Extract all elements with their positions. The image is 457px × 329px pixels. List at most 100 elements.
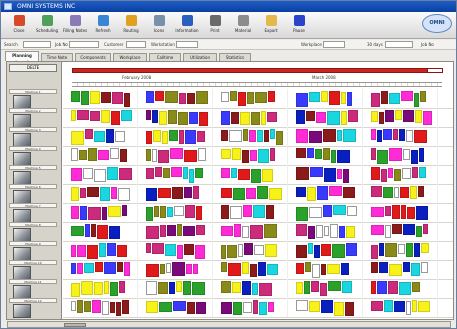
job-block[interactable] — [95, 262, 103, 272]
job-block[interactable] — [234, 224, 241, 237]
job-block[interactable] — [419, 148, 424, 162]
job-block[interactable] — [109, 226, 120, 239]
job-block[interactable] — [296, 207, 308, 221]
job-block[interactable] — [345, 302, 354, 316]
job-block[interactable] — [423, 111, 432, 125]
job-block[interactable] — [258, 149, 269, 163]
machine-row[interactable]: Machine 4 — [9, 146, 57, 166]
job-block[interactable] — [309, 92, 320, 102]
job-block[interactable] — [122, 205, 127, 216]
filling-notes-button[interactable]: Filling Notes — [61, 15, 89, 37]
job-block[interactable] — [296, 282, 303, 294]
job-block[interactable] — [199, 112, 208, 126]
job-block[interactable] — [193, 186, 199, 199]
job-block[interactable] — [296, 187, 306, 197]
job-block[interactable] — [412, 167, 418, 178]
job-block[interactable] — [327, 264, 340, 274]
job-block[interactable] — [243, 205, 252, 217]
job-block[interactable] — [242, 281, 251, 295]
job-block[interactable] — [243, 129, 248, 141]
job-block[interactable] — [112, 92, 123, 104]
job-block[interactable] — [392, 224, 402, 234]
job-block[interactable] — [377, 150, 388, 164]
job-block[interactable] — [159, 111, 167, 125]
job-block[interactable] — [257, 186, 268, 199]
machine-row[interactable]: Machine 5 — [9, 165, 57, 185]
job-block[interactable] — [328, 281, 341, 291]
job-block[interactable] — [343, 129, 356, 142]
job-block[interactable] — [406, 243, 413, 257]
job-block[interactable] — [97, 225, 108, 239]
job-block[interactable] — [196, 91, 208, 104]
job-block[interactable] — [238, 244, 243, 257]
job-block[interactable] — [183, 167, 188, 179]
job-block[interactable] — [71, 168, 82, 181]
days-select[interactable] — [385, 41, 413, 48]
job-block[interactable] — [320, 283, 327, 296]
job-block[interactable] — [189, 169, 194, 183]
job-block[interactable] — [398, 244, 405, 254]
job-block[interactable] — [323, 129, 336, 142]
close-button[interactable]: Close — [5, 15, 33, 37]
job-block[interactable] — [71, 131, 84, 145]
job-block[interactable] — [221, 245, 226, 259]
job-block[interactable] — [346, 226, 355, 238]
job-block[interactable] — [196, 206, 202, 220]
job-block[interactable] — [158, 150, 169, 163]
job-block[interactable] — [117, 262, 123, 272]
job-block[interactable] — [395, 110, 402, 120]
job-block[interactable] — [316, 112, 326, 123]
job-block[interactable] — [195, 168, 203, 178]
job-block[interactable] — [244, 243, 253, 255]
job-block[interactable] — [90, 111, 100, 121]
job-block[interactable] — [185, 205, 195, 218]
machine-row[interactable]: Machine 8 — [9, 222, 57, 242]
job-block[interactable] — [416, 226, 422, 237]
job-block[interactable] — [169, 130, 178, 141]
job-block[interactable] — [221, 130, 228, 141]
job-block[interactable] — [160, 206, 166, 218]
job-block[interactable] — [402, 168, 411, 179]
job-block[interactable] — [394, 169, 401, 181]
job-block[interactable] — [189, 112, 198, 124]
job-block[interactable] — [100, 187, 110, 201]
job-block[interactable] — [116, 302, 121, 316]
job-block[interactable] — [371, 207, 384, 217]
job-block[interactable] — [308, 243, 313, 254]
job-block[interactable] — [414, 243, 420, 257]
job-block[interactable] — [267, 264, 278, 275]
job-block[interactable] — [321, 244, 331, 256]
job-block[interactable] — [185, 130, 196, 144]
job-block[interactable] — [337, 130, 342, 141]
job-block[interactable] — [184, 244, 194, 255]
job-block[interactable] — [165, 244, 176, 256]
job-block[interactable] — [403, 110, 414, 122]
job-block[interactable] — [371, 148, 376, 160]
job-block[interactable] — [371, 262, 378, 273]
job-block[interactable] — [94, 131, 105, 142]
job-block[interactable] — [418, 186, 424, 197]
job-block[interactable] — [269, 188, 282, 200]
job-block[interactable] — [124, 262, 130, 276]
job-block[interactable] — [268, 302, 274, 312]
job-block[interactable] — [401, 91, 413, 101]
job-block[interactable] — [392, 205, 400, 219]
machine-row[interactable]: Machine 6 — [9, 184, 57, 204]
job-block[interactable] — [152, 243, 164, 254]
job-block[interactable] — [385, 225, 391, 238]
job-block[interactable] — [406, 301, 411, 315]
job-block[interactable] — [343, 187, 355, 198]
job-block[interactable] — [233, 188, 245, 200]
job-block[interactable] — [401, 205, 406, 219]
job-block[interactable] — [77, 110, 89, 120]
job-block[interactable] — [253, 205, 265, 218]
job-block[interactable] — [122, 300, 129, 314]
job-block[interactable] — [296, 129, 308, 143]
job-block[interactable] — [394, 301, 405, 312]
job-block[interactable] — [79, 150, 87, 160]
job-block[interactable] — [84, 301, 91, 312]
job-block[interactable] — [160, 225, 166, 237]
job-block[interactable] — [120, 149, 127, 162]
job-block[interactable] — [264, 224, 277, 238]
job-block[interactable] — [227, 245, 237, 258]
